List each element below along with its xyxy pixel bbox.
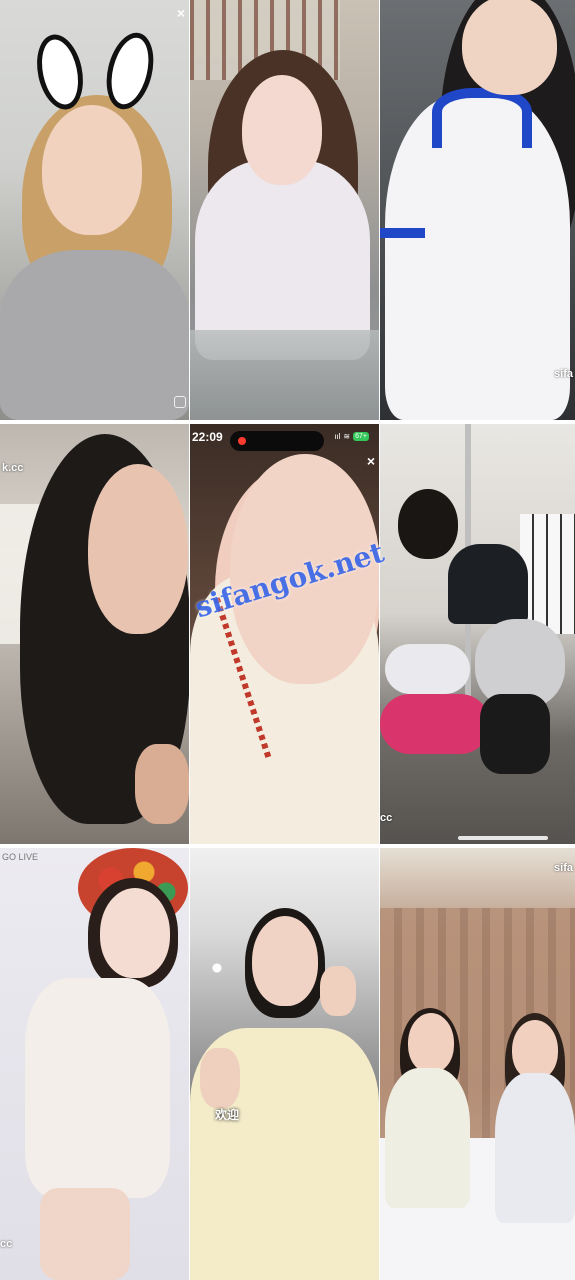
person-face [462, 0, 557, 95]
white-pillow [385, 644, 470, 694]
battery-icon: 67+ [353, 432, 369, 441]
person-face [42, 105, 142, 235]
caption-text: 欢迎 [215, 1108, 240, 1122]
person-left-face [408, 1013, 454, 1073]
hand [135, 744, 189, 824]
glass-table [190, 330, 379, 420]
sleeve-stripe [380, 228, 425, 238]
video-tile-r3c2[interactable]: 欢迎 [190, 848, 379, 1280]
person-face [252, 916, 318, 1006]
divider-v2 [379, 0, 380, 1280]
hand-right [320, 966, 356, 1016]
video-grid: × sifa k.cc 22:09 ııl ≋ 67+ × cc GO LIVE… [0, 0, 575, 1280]
status-bar: 22:09 ııl ≋ 67+ [190, 424, 379, 451]
hand-left [200, 1048, 240, 1108]
video-tile-r1c1[interactable]: × [0, 0, 189, 420]
person-face [100, 888, 170, 978]
mirror-window [520, 514, 575, 634]
video-tile-r2c1[interactable]: k.cc [0, 424, 189, 844]
share-icon[interactable] [174, 396, 186, 408]
person-dress [25, 978, 170, 1198]
signal-icon: ııl [334, 432, 341, 441]
person-right-body [495, 1073, 575, 1223]
wifi-icon: ≋ [343, 432, 351, 441]
pink-pillow [380, 694, 490, 754]
shirt-collar [432, 88, 532, 148]
person-left-body [385, 1068, 470, 1208]
video-tile-r2c2[interactable]: 22:09 ııl ≋ 67+ × [190, 424, 379, 844]
home-indicator [458, 836, 548, 840]
person-body [0, 250, 189, 420]
record-indicator-icon [238, 437, 246, 445]
person-face [88, 464, 188, 634]
video-tile-r3c3[interactable]: sifa [380, 848, 575, 1280]
person-hair [398, 489, 458, 559]
watermark-text: cc [0, 1238, 13, 1250]
close-icon[interactable]: × [177, 6, 185, 20]
video-tile-r1c2[interactable] [190, 0, 379, 420]
divider-h2 [0, 844, 575, 848]
video-tile-r1c3[interactable]: sifa [380, 0, 575, 420]
watermark-text: cc [380, 812, 393, 824]
person-right-face [512, 1020, 558, 1080]
status-time: 22:09 [192, 430, 223, 444]
person-top [448, 544, 528, 624]
status-icons: ııl ≋ 67+ [334, 432, 369, 441]
watermark-text: k.cc [2, 462, 24, 474]
divider-h1 [0, 420, 575, 424]
video-tile-r2c3[interactable]: cc [380, 424, 575, 844]
live-header: GO LIVE [2, 852, 39, 862]
dynamic-island [230, 431, 324, 451]
socks [480, 694, 550, 774]
close-icon[interactable]: × [367, 454, 375, 468]
divider-v1 [189, 0, 190, 1280]
watermark-text: sifa [554, 862, 573, 874]
watermark-text: sifa [554, 368, 573, 380]
legs [40, 1188, 130, 1280]
person-face [242, 75, 322, 185]
video-tile-r3c1[interactable]: GO LIVE cc [0, 848, 189, 1280]
